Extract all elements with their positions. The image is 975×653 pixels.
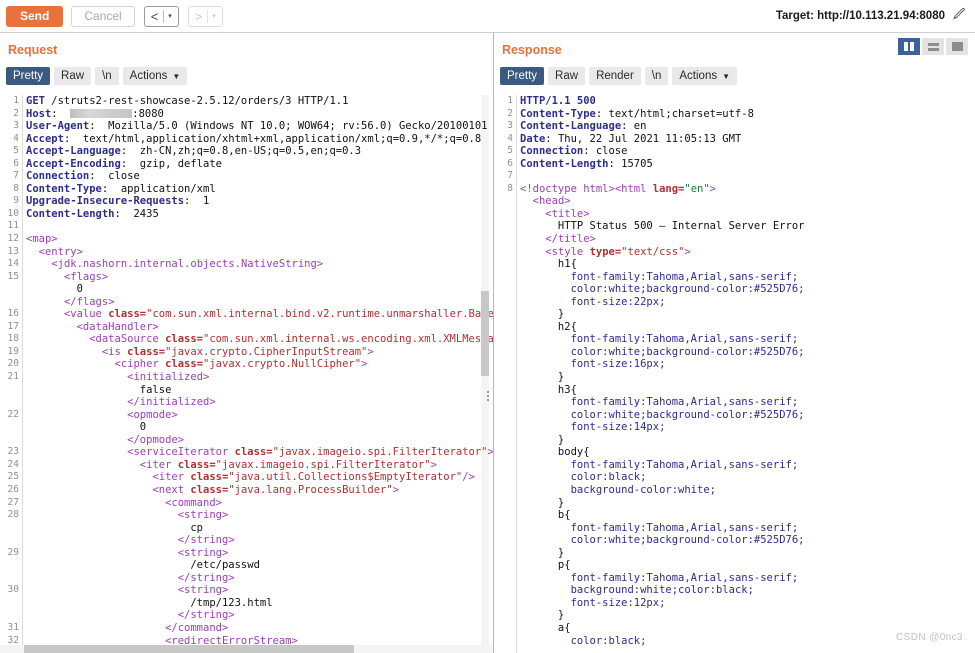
chevron-down-icon: ▼ [722,71,731,81]
split-view-icon [904,42,914,51]
request-line-numbers: 1 2 3 4 5 6 7 8 9 10 11 12 13 14 15 16 17 18 19 20 21 22 23… [7,95,19,646]
layout-toggle-group [898,38,968,55]
response-pane: Response Pretty Raw Render \n Actions ▼ … [494,33,975,653]
request-editor[interactable]: 1 2 3 4 5 6 7 8 9 10 11 12 13 14 15 16 17 18 19 20 21 22 23… [0,95,493,653]
request-tabrow: Pretty Raw \n Actions ▼ [0,57,493,87]
gutter-divider [516,95,517,653]
single-view-icon [951,42,963,51]
response-editor[interactable]: 12345678 HTTP/1.1 500 Content-Type: text/… [494,95,975,653]
chevron-down-icon[interactable]: ▾ [208,7,222,26]
tab-response-pretty[interactable]: Pretty [500,67,545,85]
tab-request-newline[interactable]: \n [95,67,119,85]
repeater-toolbar: Send Cancel < ▾ > ▾ Target: http://10.11… [0,0,975,33]
request-pane: Request Pretty Raw \n Actions ▼ 12345678… [0,33,494,653]
tab-request-raw[interactable]: Raw [54,67,92,85]
gutter-divider [22,95,23,653]
chevron-down-icon[interactable]: ▾ [164,7,178,26]
burp-repeater-window: Send Cancel < ▾ > ▾ Target: http://10.11… [0,0,975,653]
layout-split-view-button[interactable] [898,38,920,55]
panes-container: Request Pretty Raw \n Actions ▼ 12345678… [0,33,975,653]
tab-response-render[interactable]: Render [589,67,641,85]
response-code[interactable]: HTTP/1.1 500 Content-Type: text/html;char… [520,95,975,647]
request-title: Request [8,43,58,57]
target-label: Target: http://10.113.21.94:8080 [775,10,945,22]
tab-response-raw[interactable]: Raw [548,67,586,85]
tab-request-pretty[interactable]: Pretty [6,67,51,85]
stacked-view-icon [927,42,939,51]
response-actions-label: Actions [679,70,718,82]
chevron-down-icon: ▼ [172,71,181,81]
history-back-group[interactable]: < ▾ [143,5,179,27]
response-actions-menu[interactable]: Actions ▼ [672,67,738,85]
pencil-icon[interactable] [952,6,967,26]
response-tabrow: Pretty Raw Render \n Actions ▼ [494,57,975,87]
request-actions-menu[interactable]: Actions ▼ [122,67,188,85]
layout-stacked-view-button[interactable] [922,38,944,55]
response-line-numbers: 12345678 [507,95,513,194]
request-hscroll-thumb[interactable] [24,645,354,653]
pane-resize-handle[interactable] [485,391,491,401]
tab-response-newline[interactable]: \n [644,67,669,85]
forward-arrow-icon[interactable]: > [189,7,208,26]
request-actions-label: Actions [129,70,168,82]
layout-single-view-button[interactable] [946,38,968,55]
target-area: Target: http://10.113.21.94:8080 [776,0,967,32]
send-button[interactable]: Send [6,5,64,27]
request-code[interactable]: GET /struts2-rest-showcase-2.5.12/orders… [26,95,493,647]
request-vscroll-thumb[interactable] [481,291,489,376]
cancel-button[interactable]: Cancel [71,5,135,27]
back-arrow-icon[interactable]: < [145,7,164,26]
watermark: CSDN @0nc3 [896,632,963,643]
history-forward-group[interactable]: > ▾ [187,5,223,27]
